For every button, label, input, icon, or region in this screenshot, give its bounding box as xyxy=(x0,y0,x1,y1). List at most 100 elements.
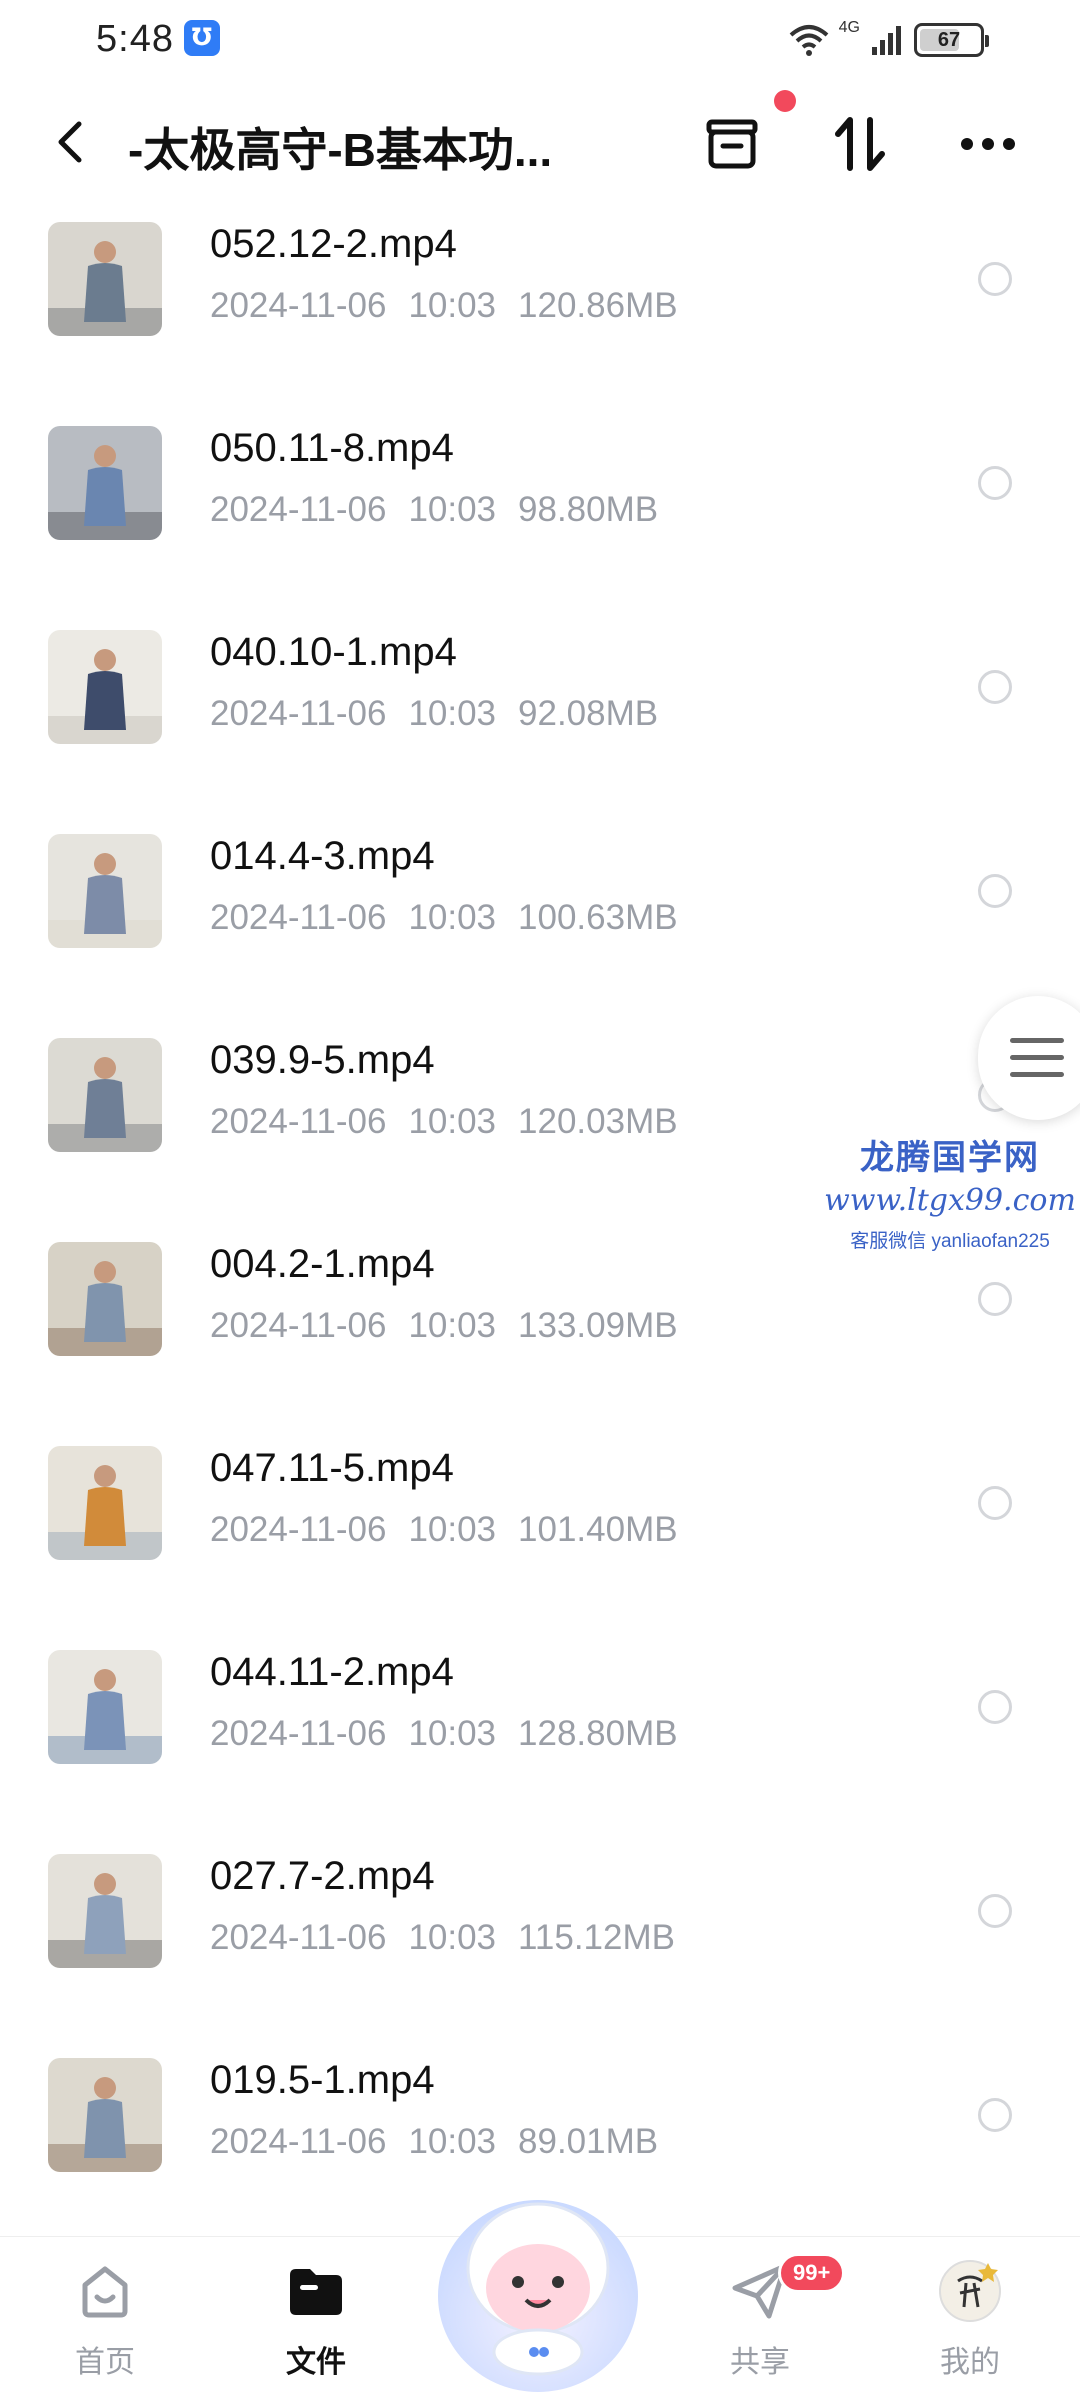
file-size: 128.80MB xyxy=(518,1714,678,1753)
file-size: 89.01MB xyxy=(518,2122,659,2161)
home-icon xyxy=(73,2259,137,2323)
file-row[interactable]: 044.11-2.mp4 2024-11-06 10:03 128.80MB xyxy=(0,1650,1080,1854)
file-name: 044.11-2.mp4 xyxy=(210,1650,454,1694)
status-time: 5:48 xyxy=(96,18,174,60)
nav-home-label: 首页 xyxy=(75,2346,135,2379)
file-meta: 2024-11-06 10:03 133.09MB xyxy=(210,1306,678,1346)
video-thumbnail xyxy=(48,630,162,744)
signal-icon xyxy=(872,26,901,55)
file-date: 2024-11-06 xyxy=(210,286,387,325)
file-size: 101.40MB xyxy=(518,1510,678,1549)
file-time: 10:03 xyxy=(408,2122,497,2161)
file-size: 120.86MB xyxy=(518,286,678,325)
file-meta: 2024-11-06 10:03 120.03MB xyxy=(210,1102,678,1142)
file-name: 052.12-2.mp4 xyxy=(210,222,457,266)
file-name: 004.2-1.mp4 xyxy=(210,1242,435,1286)
app-notification-icon: ℧ xyxy=(184,20,220,56)
mascot-button[interactable] xyxy=(430,2176,646,2400)
status-bar: 5:48 ℧ 4G 67 xyxy=(0,0,1080,80)
page-title: -太极高守-B基本功... xyxy=(128,124,553,176)
file-meta: 2024-11-06 10:03 89.01MB xyxy=(210,2122,658,2162)
network-type: 4G xyxy=(838,19,860,36)
back-button[interactable] xyxy=(40,112,100,172)
file-meta: 2024-11-06 10:03 101.40MB xyxy=(210,1510,678,1550)
file-name: 039.9-5.mp4 xyxy=(210,1038,435,1082)
file-time: 10:03 xyxy=(408,898,497,937)
profile-avatar-icon xyxy=(938,2259,1002,2323)
file-size: 120.03MB xyxy=(518,1102,678,1141)
file-meta: 2024-11-06 10:03 115.12MB xyxy=(210,1918,675,1958)
file-time: 10:03 xyxy=(408,1510,497,1549)
nav-share[interactable]: 99+ 共享 xyxy=(690,2253,846,2381)
file-meta: 2024-11-06 10:03 128.80MB xyxy=(210,1714,678,1754)
select-checkbox[interactable] xyxy=(978,1690,1012,1724)
nav-home[interactable]: 首页 xyxy=(35,2259,175,2381)
folder-icon xyxy=(284,2259,348,2323)
file-time: 10:03 xyxy=(408,1306,497,1345)
file-name: 047.11-5.mp4 xyxy=(210,1446,454,1490)
file-meta: 2024-11-06 10:03 98.80MB xyxy=(210,490,658,530)
watermark-contact: 客服微信 yanliaofan225 xyxy=(850,1231,1050,1252)
video-thumbnail xyxy=(48,834,162,948)
file-meta: 2024-11-06 10:03 120.86MB xyxy=(210,286,678,326)
file-row[interactable]: 047.11-5.mp4 2024-11-06 10:03 101.40MB xyxy=(0,1446,1080,1650)
file-date: 2024-11-06 xyxy=(210,694,387,733)
select-checkbox[interactable] xyxy=(978,1486,1012,1520)
file-time: 10:03 xyxy=(408,1714,497,1753)
wifi-icon xyxy=(789,25,828,56)
video-thumbnail xyxy=(48,1854,162,1968)
sort-icon xyxy=(835,117,885,171)
file-size: 92.08MB xyxy=(518,694,659,733)
nav-files[interactable]: 文件 xyxy=(246,2259,386,2381)
watermark: 龙腾国学网 www.ltgx99.com 客服微信 yanliaofan225 xyxy=(820,1130,1080,1253)
file-row[interactable]: 050.11-8.mp4 2024-11-06 10:03 98.80MB xyxy=(0,426,1080,630)
file-date: 2024-11-06 xyxy=(210,1918,387,1957)
select-checkbox[interactable] xyxy=(978,874,1012,908)
file-row[interactable]: 027.7-2.mp4 2024-11-06 10:03 115.12MB xyxy=(0,1854,1080,2058)
file-date: 2024-11-06 xyxy=(210,2122,387,2161)
file-row[interactable]: 052.12-2.mp4 2024-11-06 10:03 120.86MB xyxy=(0,222,1080,426)
file-row[interactable]: 040.10-1.mp4 2024-11-06 10:03 92.08MB xyxy=(0,630,1080,834)
file-date: 2024-11-06 xyxy=(210,1510,387,1549)
mascot-icon xyxy=(438,2200,638,2392)
video-thumbnail xyxy=(48,1446,162,1560)
video-thumbnail xyxy=(48,2058,162,2172)
file-meta: 2024-11-06 10:03 100.63MB xyxy=(210,898,678,938)
select-checkbox[interactable] xyxy=(978,670,1012,704)
select-checkbox[interactable] xyxy=(978,262,1012,296)
file-time: 10:03 xyxy=(408,1918,497,1957)
archive-button[interactable] xyxy=(700,112,764,176)
video-thumbnail xyxy=(48,1650,162,1764)
select-checkbox[interactable] xyxy=(978,1282,1012,1316)
video-thumbnail xyxy=(48,1038,162,1152)
select-checkbox[interactable] xyxy=(978,1894,1012,1928)
file-date: 2024-11-06 xyxy=(210,898,387,937)
file-size: 133.09MB xyxy=(518,1306,678,1345)
file-size: 100.63MB xyxy=(518,898,678,937)
more-icon xyxy=(961,138,1015,150)
file-name: 019.5-1.mp4 xyxy=(210,2058,435,2102)
notification-dot xyxy=(774,90,796,112)
select-checkbox[interactable] xyxy=(978,466,1012,500)
more-button[interactable] xyxy=(956,112,1020,176)
file-time: 10:03 xyxy=(408,490,497,529)
battery-level: 67 xyxy=(937,29,961,51)
nav-profile[interactable]: 我的 xyxy=(900,2259,1040,2381)
file-name: 050.11-8.mp4 xyxy=(210,426,454,470)
battery-indicator: 67 xyxy=(914,23,989,57)
file-date: 2024-11-06 xyxy=(210,1714,387,1753)
hamburger-icon xyxy=(1010,1038,1064,1077)
watermark-url: www.ltgx99.com xyxy=(824,1183,1076,1218)
file-size: 115.12MB xyxy=(518,1918,675,1957)
nav-profile-label: 我的 xyxy=(940,2346,1000,2379)
header: -太极高守-B基本功... xyxy=(0,90,1080,210)
file-date: 2024-11-06 xyxy=(210,490,387,529)
back-icon xyxy=(58,121,82,163)
video-thumbnail xyxy=(48,1242,162,1356)
file-date: 2024-11-06 xyxy=(210,1102,387,1141)
file-row[interactable]: 014.4-3.mp4 2024-11-06 10:03 100.63MB xyxy=(0,834,1080,1038)
select-checkbox[interactable] xyxy=(978,2098,1012,2132)
sort-button[interactable] xyxy=(828,112,892,176)
file-row[interactable]: 004.2-1.mp4 2024-11-06 10:03 133.09MB xyxy=(0,1242,1080,1446)
file-time: 10:03 xyxy=(408,1102,497,1141)
